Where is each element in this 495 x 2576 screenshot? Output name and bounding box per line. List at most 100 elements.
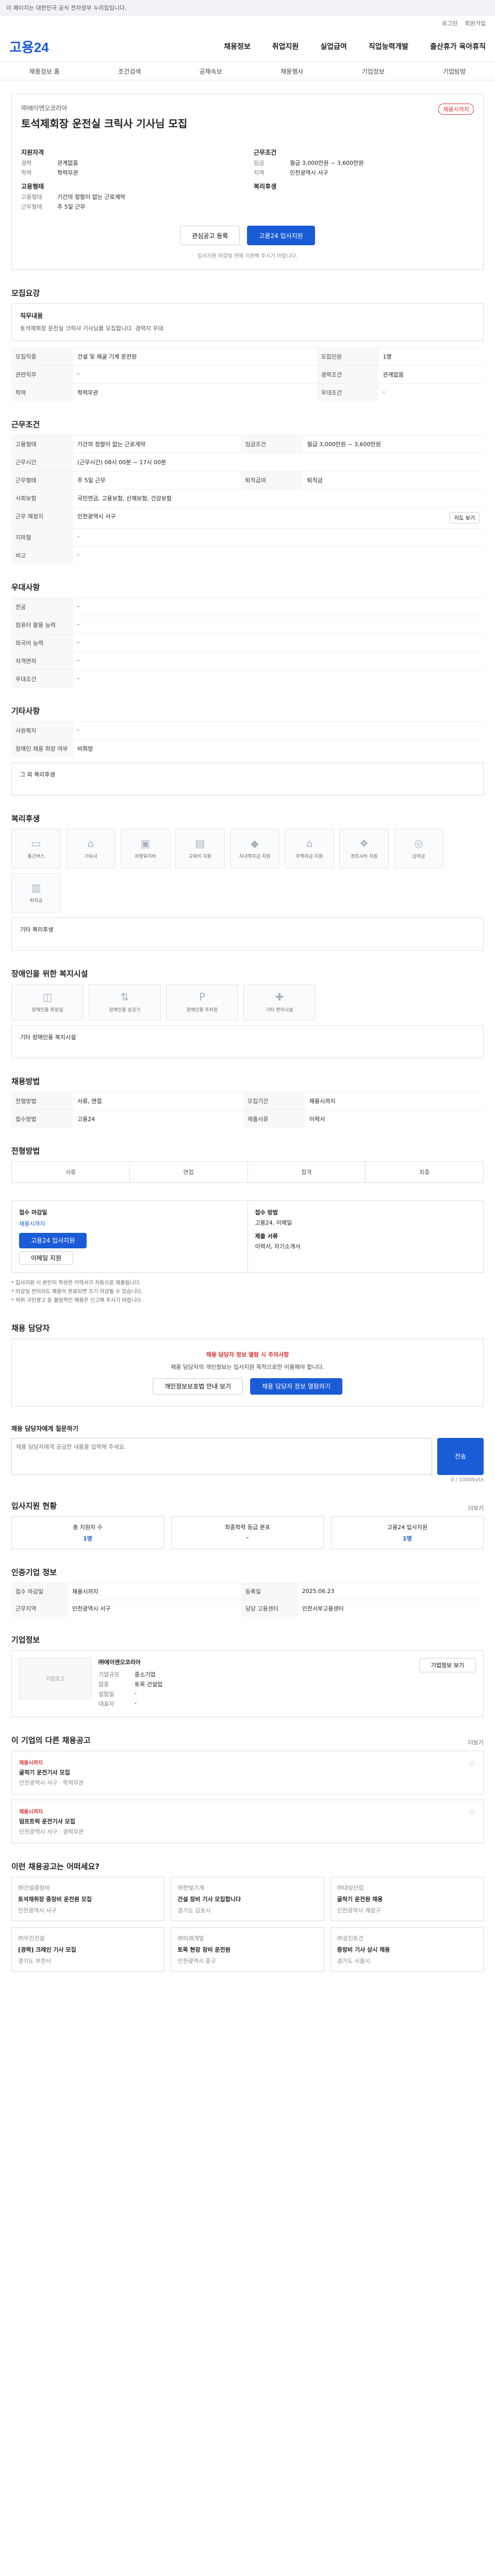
send-question-button[interactable]: 전송 <box>437 1437 484 1475</box>
gnb-item[interactable]: 직업능력개발 <box>369 41 408 52</box>
row-value: 퇴직금 <box>303 470 484 489</box>
row-key: 경력조건 <box>317 365 379 384</box>
row-key: 근무지역 <box>11 1599 68 1617</box>
gnb-item[interactable]: 취업지원 <box>272 41 299 52</box>
recommend-card[interactable]: ㈜미래개발 토목 현장 장비 운전원 인천광역시 중구 <box>171 1927 324 1972</box>
privacy-guide-button[interactable]: 개인정보보호법 안내 보기 <box>153 1378 243 1395</box>
note-line: * 허위 구인광고 등 불법적인 채용은 신고해 주시기 바랍니다. <box>11 1297 143 1303</box>
section-recommend: 이런 채용공고는 어떠세요? ㈜건설중장비 토석채취장 중장비 운전원 모집 인천광… <box>11 1861 484 1972</box>
subnav-item[interactable]: 기업탐방 <box>443 67 466 76</box>
star-icon[interactable]: ☆ <box>469 1758 476 1787</box>
summary-value: 월급 3,000만원 ~ 3,600만원 <box>290 160 364 166</box>
section-title: 전형방법 <box>11 1146 40 1156</box>
summary-value: 주 5일 근무 <box>57 204 86 210</box>
summary-key: 학력 <box>21 170 32 176</box>
subnav-item[interactable]: 기업정보 <box>362 67 385 76</box>
row-value: 국민연금, 고용보험, 산재보험, 건강보험 <box>73 488 484 507</box>
section-cert-info: 인증기업 정보 접수 마감일 채용시까지 등록일 2025.06.23 근무지역 인천광… <box>11 1567 484 1617</box>
row-key: 기업규모 <box>98 1671 120 1678</box>
util-bar: 로그인 회원가입 <box>0 15 495 31</box>
section-title: 이런 채용공고는 어떠세요? <box>11 1861 100 1871</box>
parking-icon: P <box>199 991 206 1004</box>
row-key: 근무 예정지 <box>11 506 73 529</box>
item-title[interactable]: 굴착기 운전기사 모집 <box>19 1768 84 1776</box>
star-icon[interactable]: ☆ <box>469 1807 476 1836</box>
recommend-card[interactable]: ㈜대성산업 굴착기 운전원 채용 인천광역시 계양구 <box>330 1876 484 1921</box>
row-key: 근무시간 <box>11 452 73 471</box>
bookmark-button[interactable]: 관심공고 등록 <box>180 226 240 245</box>
company-info-button[interactable]: 기업정보 보기 <box>419 1657 476 1672</box>
recommend-card[interactable]: ㈜성진토건 중장비 기사 상시 채용 경기도 시흥시 <box>330 1927 484 1972</box>
stat-label: 최종학력 등급 분포 <box>225 1523 270 1531</box>
stats-more-link[interactable]: 더보기 <box>468 1504 484 1512</box>
section-stats: 입사지원 현황 더보기 총 지원자 수 1명 최종학력 등급 분포 - 고용24 입… <box>11 1500 484 1549</box>
row-key: 접수 마감일 <box>11 1582 68 1600</box>
welfare-card: ▭ 통근버스 <box>11 828 61 868</box>
join-link[interactable]: 회원가입 <box>465 19 486 27</box>
row-value: 월급 3,000만원 ~ 3,600만원 <box>303 434 484 453</box>
welfare-label: 퇴직금 <box>29 899 43 904</box>
cta-text: 채용 담당자의 개인정보는 입사지원 목적으로만 이용해야 합니다. <box>171 1363 324 1370</box>
map-button[interactable]: 지도 보기 <box>450 512 480 523</box>
home-icon: ⌂ <box>306 837 313 850</box>
subnav-item[interactable]: 채용행사 <box>280 67 303 76</box>
email-apply-button[interactable]: 이메일 지원 <box>19 1251 74 1265</box>
welfare-note: 기타 복리후생 <box>20 926 54 933</box>
section-welfare: 복리후생 ▭ 통근버스 ⌂ 기숙사 ▣ 차량유지비 ▤ 교육비 지원 ◆ 자녀학자금 지원… <box>11 813 484 951</box>
company-name[interactable]: ㈜에이앤오코리아 <box>21 104 187 112</box>
site-logo[interactable]: 고용24 <box>9 37 49 56</box>
subnav-item[interactable]: 채용정보 홈 <box>29 67 60 76</box>
section-steps: 전형방법 서류 면접 합격 최종 <box>11 1145 484 1183</box>
card-title[interactable]: 굴착기 운전원 채용 <box>337 1895 477 1903</box>
apply-button-2[interactable]: 고용24 입사지원 <box>19 1232 87 1248</box>
welfare-label: 자녀학자금 지원 <box>239 854 271 860</box>
summary-heading: 지원자격 <box>21 149 44 156</box>
recommend-card[interactable]: ㈜한빛기계 건설 장비 기사 모집합니다 경기도 김포시 <box>171 1876 324 1921</box>
subnav-item[interactable]: 공채속보 <box>200 67 222 76</box>
row-value: (근무시간) 08시 00분 ~ 17시 00분 <box>73 452 484 471</box>
welfare-label: 상여금 <box>412 854 425 860</box>
row-key: 학력 <box>11 383 73 401</box>
row-key: 퇴직급여 <box>241 470 303 489</box>
byte-counter: 0 / 1000byte <box>451 1477 484 1483</box>
row-key: 자격면허 <box>11 651 73 670</box>
row-value: - <box>378 383 484 401</box>
item-title[interactable]: 덤프트럭 운전기사 모집 <box>19 1817 84 1825</box>
recommend-card[interactable]: ㈜건설중장비 토석채취장 중장비 운전원 모집 인천광역시 서구 <box>11 1876 165 1921</box>
question-input[interactable] <box>11 1437 432 1475</box>
etc-welfare-box: 그 외 복리후생 <box>11 762 484 795</box>
gnb-item[interactable]: 채용정보 <box>224 41 251 52</box>
section-treat: 우대사항 전공 - 컴퓨터 활용 능력 - 외국어 능력 - 자격면허 - 우대조건 - <box>11 582 484 688</box>
card-title[interactable]: [경력] 크레인 기사 모집 <box>18 1945 158 1954</box>
gnb-item[interactable]: 실업급여 <box>320 41 347 52</box>
card-title[interactable]: 중장비 기사 상시 채용 <box>337 1945 477 1954</box>
row-value: - <box>135 1699 137 1706</box>
list-item[interactable]: 채용시까지 굴착기 운전기사 모집 인천광역시 서구 · 학력무관 ☆ <box>11 1750 484 1794</box>
disability-label: 장애인용 승강기 <box>109 1008 141 1013</box>
row-value: 인천광역시 서구 <box>77 513 116 520</box>
apply-button[interactable]: 고용24 입사지원 <box>247 226 315 245</box>
main-content: ㈜에이앤오코리아 토석제회장 운전실 크릭사 기사님 모집 채용시까지 지원자격… <box>11 94 484 1972</box>
row-key: 임금조건 <box>241 434 303 453</box>
other-jobs-more-link[interactable]: 더보기 <box>468 1738 484 1747</box>
item-meta: 인천광역시 서구 · 학력무관 <box>19 1779 84 1786</box>
card-title[interactable]: 토목 현장 장비 운전원 <box>177 1945 317 1954</box>
list-item[interactable]: 채용시까지 덤프트럭 운전기사 모집 인천광역시 서구 · 경력무관 ☆ <box>11 1799 484 1843</box>
note-line: * 입사지원 시 본인이 작성한 이력서가 자동으로 제출됩니다. <box>11 1280 141 1286</box>
card-title[interactable]: 토석채취장 중장비 운전원 모집 <box>18 1895 158 1903</box>
car-icon: ▣ <box>140 837 151 850</box>
card-meta: 경기도 시흥시 <box>337 1957 370 1964</box>
card-meta: 경기도 김포시 <box>177 1907 211 1914</box>
section-title: 기타사항 <box>11 706 40 716</box>
view-manager-button[interactable]: 채용 담당자 정보 열람하기 <box>250 1378 342 1395</box>
section-title: 채용 담당자에게 질문하기 <box>11 1425 78 1432</box>
card-title[interactable]: 건설 장비 기사 모집합니다 <box>177 1895 317 1903</box>
summary-key: 근무형태 <box>21 204 42 210</box>
apply-panel: 접수 마감일 채용시까지 고용24 입사지원 이메일 지원 접수 방법 고용24… <box>11 1200 484 1273</box>
recommend-card[interactable]: ㈜우진건설 [경력] 크레인 기사 모집 경기도 부천시 <box>11 1927 165 1972</box>
subnav-item[interactable]: 조건검색 <box>118 67 141 76</box>
gnb-item[interactable]: 출산휴가 육아휴직 <box>430 41 486 52</box>
card-meta: 인천광역시 계양구 <box>337 1907 381 1914</box>
card-meta: 경기도 부천시 <box>18 1957 52 1964</box>
login-link[interactable]: 로그인 <box>442 19 457 27</box>
